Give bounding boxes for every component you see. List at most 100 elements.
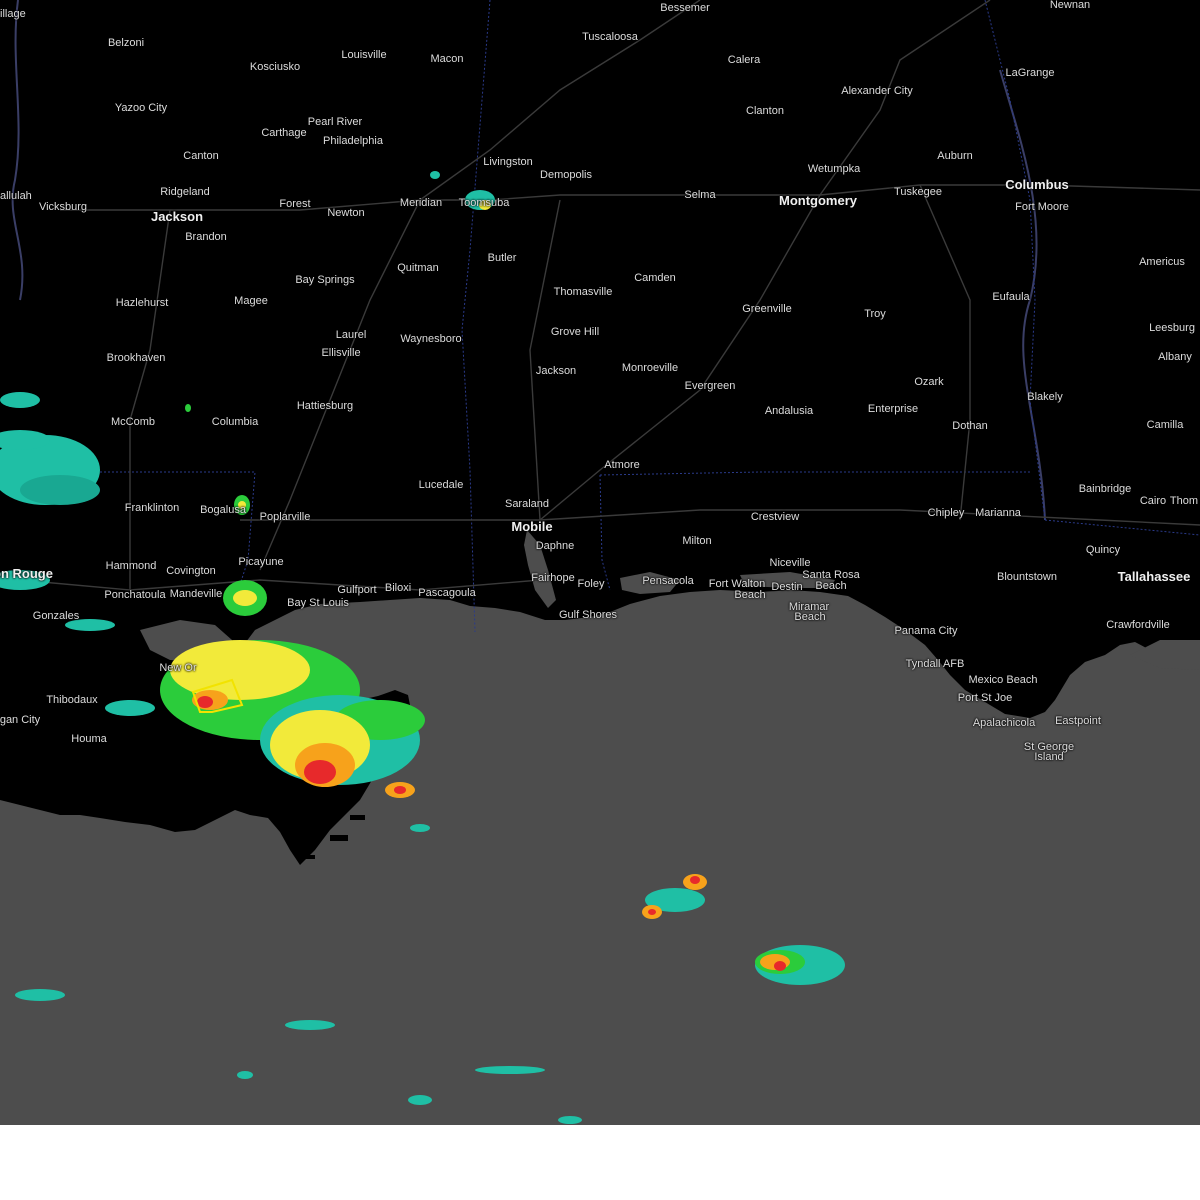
city-label: Picayune bbox=[238, 556, 284, 568]
city-label: Albany bbox=[1158, 351, 1192, 363]
city-label: Laurel bbox=[335, 329, 367, 341]
city-label: Calera bbox=[727, 54, 761, 66]
city-label: Kosciusko bbox=[249, 61, 301, 73]
city-label: Newton bbox=[327, 207, 365, 219]
city-label: Crestview bbox=[750, 511, 800, 523]
city-label: Port St Joe bbox=[957, 692, 1013, 704]
city-label: Foley bbox=[577, 578, 605, 590]
city-label: gan City bbox=[0, 714, 41, 726]
city-label: Gulfport bbox=[337, 584, 377, 596]
city-label: Toomsuba bbox=[458, 197, 510, 209]
footer-area bbox=[0, 1125, 1200, 1200]
city-label: Macon bbox=[430, 53, 464, 65]
city-label: Brandon bbox=[185, 231, 227, 243]
city-label: Thom bbox=[1169, 495, 1198, 507]
city-label: Destin bbox=[771, 581, 803, 593]
city-label: Columbia bbox=[211, 416, 259, 428]
city-label: Beach bbox=[794, 611, 826, 623]
city-label: Panama City bbox=[894, 625, 958, 637]
city-label: Beach bbox=[734, 589, 766, 601]
radar-map[interactable]: Belzoni Kosciusko Louisville Macon Tuscaloos… bbox=[0, 0, 1200, 1125]
city-label: Dothan bbox=[952, 420, 988, 432]
city-label: Mandeville bbox=[169, 588, 223, 600]
city-label: Hammond bbox=[105, 560, 157, 572]
city-label: Waynesboro bbox=[400, 333, 462, 345]
city-label: Hazlehurst bbox=[115, 297, 169, 309]
city-label: Pensacola bbox=[642, 575, 694, 587]
city-label: Livingston bbox=[483, 156, 533, 168]
city-label: Biloxi bbox=[384, 582, 412, 594]
city-label: Chipley bbox=[927, 507, 965, 519]
city-label: Tyndall AFB bbox=[905, 658, 965, 670]
city-label: allulah bbox=[0, 190, 32, 202]
city-label: Fairhope bbox=[531, 572, 575, 584]
city-label: Blountstown bbox=[997, 571, 1057, 583]
city-label: Tuskegee bbox=[894, 186, 942, 198]
city-label: Leesburg bbox=[1149, 322, 1195, 334]
city-label: Forest bbox=[279, 198, 311, 210]
city-label: Canton bbox=[183, 150, 219, 162]
city-label: Carthage bbox=[261, 127, 307, 139]
city-label: Clanton bbox=[746, 105, 784, 117]
city-label: Monroeville bbox=[621, 362, 679, 374]
city-label: Crawfordville bbox=[1106, 619, 1170, 631]
city-label: Philadelphia bbox=[323, 135, 383, 147]
city-label: Brookhaven bbox=[106, 352, 166, 364]
city-label: Bainbridge bbox=[1078, 483, 1132, 495]
city-label: Pascagoula bbox=[418, 587, 476, 599]
city-label: Franklinton bbox=[124, 502, 180, 514]
city-label: Ridgeland bbox=[160, 186, 210, 198]
city-label: Bay St Louis bbox=[287, 597, 349, 609]
city-label: Yazoo City bbox=[114, 102, 168, 114]
city-label: Atmore bbox=[604, 459, 640, 471]
city-label: Lucedale bbox=[418, 479, 464, 491]
city-label: Fort Moore bbox=[1015, 201, 1069, 213]
city-label: Mexico Beach bbox=[968, 674, 1038, 686]
city-label: Louisville bbox=[341, 49, 387, 61]
city-label: Magee bbox=[234, 295, 268, 307]
city-label: McComb bbox=[110, 416, 156, 428]
city-label: Bogalusa bbox=[200, 504, 246, 516]
city-label: Marianna bbox=[975, 507, 1021, 519]
city-label: Gonzales bbox=[32, 610, 80, 622]
city-label: Alexander City bbox=[841, 85, 913, 97]
city-label: Thomasville bbox=[553, 286, 613, 298]
city-label: Cairo bbox=[1139, 495, 1167, 507]
city-label: New Or bbox=[159, 662, 197, 674]
city-label: Jackson bbox=[535, 365, 577, 377]
city-label: Tuscaloosa bbox=[582, 31, 638, 43]
city-label: Thibodaux bbox=[46, 694, 98, 706]
city-label: Americus bbox=[1139, 256, 1185, 268]
city-label: Gulf Shores bbox=[558, 609, 618, 621]
city-label: Bessemer bbox=[660, 2, 710, 14]
map-canvas bbox=[0, 0, 1200, 1125]
city-label: Poplarville bbox=[259, 511, 311, 523]
city-label: Camilla bbox=[1146, 419, 1184, 431]
city-label: Enterprise bbox=[867, 403, 919, 415]
city-label: Ponchatoula bbox=[104, 589, 166, 601]
city-label: Camden bbox=[634, 272, 676, 284]
city-label: Evergreen bbox=[684, 380, 736, 392]
city-label: Tallahassee bbox=[1117, 569, 1191, 584]
city-label: Quitman bbox=[397, 262, 439, 274]
city-label: Bay Springs bbox=[295, 274, 355, 286]
city-label: Milton bbox=[682, 535, 712, 547]
city-label: Houma bbox=[71, 733, 107, 745]
city-label: Island bbox=[1034, 751, 1064, 763]
city-label: Pearl River bbox=[307, 116, 363, 128]
city-label: Blakely bbox=[1027, 391, 1063, 403]
city-label: illage bbox=[0, 8, 26, 20]
city-label: Newnan bbox=[1049, 0, 1091, 11]
city-label: Selma bbox=[684, 189, 716, 201]
city-label: Eufaula bbox=[992, 291, 1030, 303]
city-label: Saraland bbox=[504, 498, 550, 510]
city-label: Grove Hill bbox=[550, 326, 600, 338]
city-label: Montgomery bbox=[779, 193, 857, 208]
city-label: Columbus bbox=[1005, 177, 1069, 192]
city-label: Butler bbox=[487, 252, 517, 264]
city-label: Jackson bbox=[150, 209, 204, 224]
city-label: on Rouge bbox=[0, 566, 53, 581]
city-label: Vicksburg bbox=[38, 201, 88, 213]
city-label: Belzoni bbox=[107, 37, 145, 49]
city-label: Quincy bbox=[1085, 544, 1121, 556]
